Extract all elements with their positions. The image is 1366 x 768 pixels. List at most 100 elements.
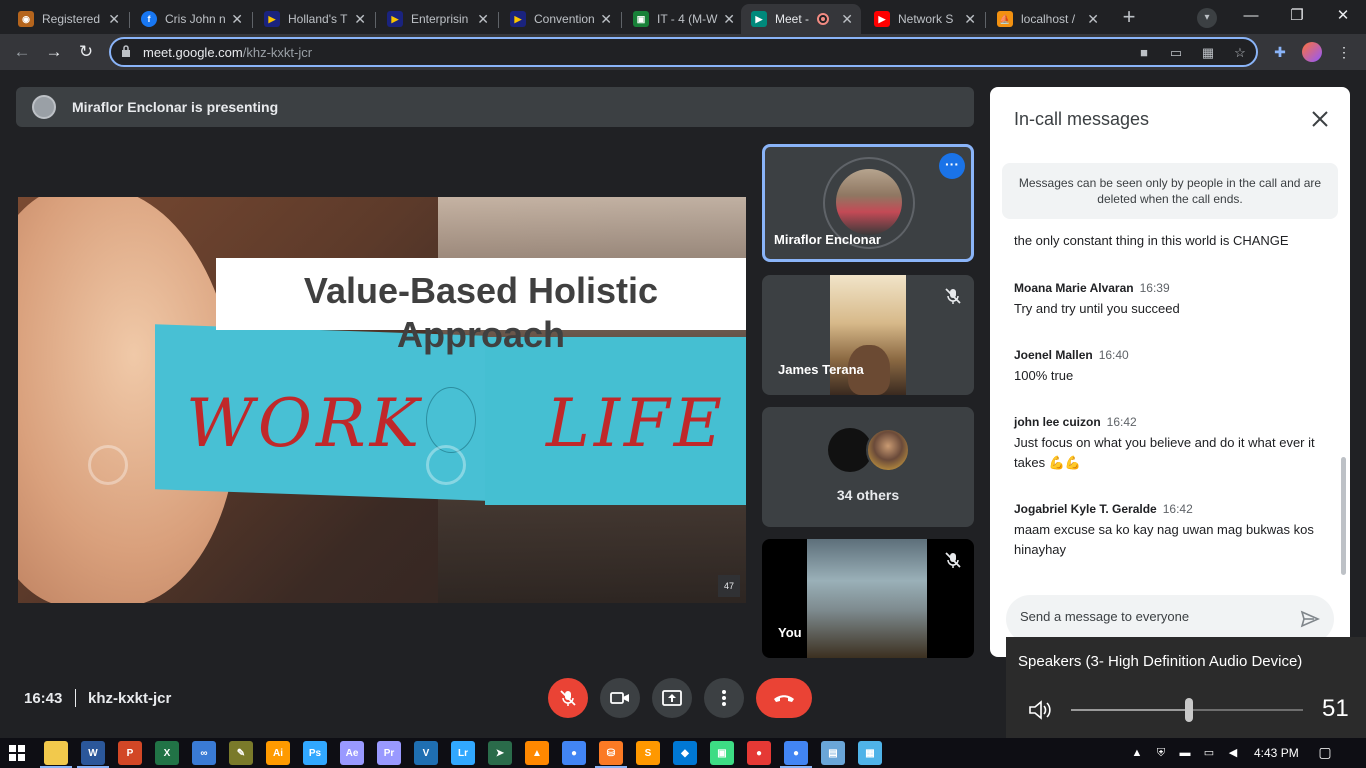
- self-label: You: [778, 625, 802, 640]
- after-effects-icon[interactable]: Ae: [340, 741, 364, 765]
- tab-close-icon[interactable]: ✕: [477, 11, 489, 28]
- lightroom-icon[interactable]: Lr: [451, 741, 475, 765]
- taskbar-app-label: Ae: [345, 747, 359, 759]
- close-icon[interactable]: [1310, 109, 1330, 129]
- chrome-icon[interactable]: ●: [562, 741, 586, 765]
- tab-close-icon[interactable]: ✕: [108, 11, 120, 28]
- taskbar-app-label: P: [126, 747, 134, 759]
- tab-convention[interactable]: ▶ Convention ✕: [500, 4, 620, 34]
- arrow-app-icon[interactable]: ➤: [488, 741, 512, 765]
- speaker-icon[interactable]: [1028, 699, 1052, 721]
- volume-tray-icon[interactable]: ◀: [1226, 746, 1240, 760]
- windows-start-icon[interactable]: [9, 745, 25, 761]
- word-icon[interactable]: W: [77, 741, 109, 768]
- tab-close-icon[interactable]: ✕: [723, 11, 735, 28]
- extensions-icon[interactable]: ✚: [1270, 42, 1290, 62]
- more-options-icon[interactable]: ···: [939, 153, 965, 179]
- file-explorer-icon[interactable]: [40, 741, 72, 768]
- self-tile[interactable]: You: [762, 539, 974, 658]
- paint-icon[interactable]: ✎: [229, 741, 253, 765]
- battery-icon[interactable]: ▬: [1178, 746, 1192, 760]
- send-icon[interactable]: [1300, 609, 1320, 629]
- notepad-icon[interactable]: ▤: [821, 741, 845, 765]
- facebook-icon: f: [141, 11, 157, 27]
- presenter-tile[interactable]: ··· Miraflor Enclonar: [762, 144, 974, 262]
- mic-toggle-button[interactable]: [548, 678, 588, 718]
- new-tab-button[interactable]: +: [1116, 6, 1142, 28]
- tab-classroom[interactable]: ▣ IT - 4 (M-W ✕: [623, 4, 743, 34]
- tab-registered[interactable]: ◉ Registered ✕: [8, 4, 128, 34]
- notification-icon[interactable]: ▢: [1318, 745, 1332, 759]
- vlc-icon[interactable]: ▲: [525, 741, 549, 765]
- minimize-button[interactable]: —: [1228, 0, 1274, 32]
- audio-device-name[interactable]: Speakers (3- High Definition Audio Devic…: [1018, 653, 1302, 670]
- chrome-menu-icon[interactable]: ⋮: [1334, 42, 1354, 62]
- address-bar[interactable]: meet.google.com/khz-kxkt-jcr ■ ▭ ▦ ☆: [109, 37, 1258, 67]
- others-tile[interactable]: 34 others: [762, 407, 974, 527]
- tab-localhost[interactable]: ⛵ localhost / ✕: [987, 4, 1107, 34]
- vscode-icon[interactable]: ◆: [673, 741, 697, 765]
- call-controls-bar: 16:43 khz-kxkt-jcr: [0, 664, 1006, 738]
- restore-button[interactable]: ❐: [1274, 0, 1320, 32]
- tab-close-icon[interactable]: ✕: [964, 11, 976, 28]
- tab-cris-john[interactable]: f Cris John n ✕: [131, 4, 251, 34]
- kebab-menu-icon: [722, 690, 726, 706]
- more-options-button[interactable]: [704, 678, 744, 718]
- vegas-icon[interactable]: V: [414, 741, 438, 765]
- cast-icon[interactable]: ▭: [1167, 44, 1185, 62]
- tab-close-icon[interactable]: ✕: [354, 11, 366, 28]
- chrome-active-icon[interactable]: ●: [780, 741, 812, 768]
- tab-close-icon[interactable]: ✕: [1087, 11, 1099, 28]
- powerpoint-icon[interactable]: P: [118, 741, 142, 765]
- camera-status-icon[interactable]: ■: [1135, 44, 1153, 62]
- present-now-button[interactable]: [652, 678, 692, 718]
- tab-enterprising[interactable]: ▶ Enterprisin ✕: [377, 4, 497, 34]
- apps-icon[interactable]: ▦: [1199, 44, 1217, 62]
- network-icon[interactable]: ▭: [1202, 746, 1216, 760]
- participant-tile[interactable]: James Terana: [762, 275, 974, 395]
- illustrator-icon[interactable]: Ai: [266, 741, 290, 765]
- camera-toggle-button[interactable]: [600, 678, 640, 718]
- tab-network[interactable]: ▶ Network S ✕: [864, 4, 984, 34]
- tab-close-icon[interactable]: ✕: [841, 11, 853, 28]
- tab-separator: [375, 12, 376, 28]
- browser-tab-strip: ◉ Registered ✕ f Cris John n ✕ ▶ Holland…: [0, 0, 1366, 34]
- profile-avatar[interactable]: [1302, 42, 1322, 62]
- forward-icon[interactable]: →: [42, 40, 66, 64]
- infinity-icon[interactable]: ∞: [192, 741, 216, 765]
- taskbar-clock[interactable]: 4:43 PM: [1254, 746, 1299, 760]
- tab-close-icon[interactable]: ✕: [600, 11, 612, 28]
- taskbar-app-label: ▤: [828, 747, 838, 759]
- sublime-icon[interactable]: S: [636, 741, 660, 765]
- tab-hollands[interactable]: ▶ Holland's T ✕: [254, 4, 374, 34]
- volume-slider-thumb[interactable]: [1185, 698, 1194, 722]
- chat-message: Jogabriel Kyle T. Geralde 16:42 maam excu…: [1014, 500, 1324, 560]
- tab-title: Meet -: [775, 12, 810, 26]
- taskbar-app-label: X: [163, 747, 171, 759]
- bookmark-star-icon[interactable]: ☆: [1231, 44, 1249, 62]
- premiere-icon[interactable]: Pr: [377, 741, 401, 765]
- tab-title: IT - 4 (M-W: [657, 12, 718, 26]
- sender-name: Jogabriel Kyle T. Geralde: [1014, 502, 1157, 516]
- volume-slider[interactable]: [1071, 698, 1303, 722]
- chat-scrollbar[interactable]: [1341, 457, 1346, 575]
- tray-overflow-icon[interactable]: ▲: [1130, 746, 1144, 760]
- tab-close-icon[interactable]: ✕: [231, 11, 243, 28]
- leave-call-button[interactable]: [756, 678, 812, 718]
- android-icon[interactable]: ▣: [710, 741, 734, 765]
- tab-search-icon[interactable]: ▾: [1197, 8, 1217, 28]
- window-close-button[interactable]: ✕: [1320, 0, 1366, 32]
- tab-title: Holland's T: [288, 12, 348, 26]
- record-icon[interactable]: ●: [747, 741, 771, 765]
- chat-message-input[interactable]: [1020, 609, 1280, 624]
- back-icon[interactable]: ←: [10, 40, 34, 64]
- xampp-icon[interactable]: ⛁: [595, 741, 627, 768]
- defender-icon[interactable]: ⛨: [1154, 746, 1168, 760]
- excel-icon[interactable]: X: [155, 741, 179, 765]
- volume-flyout: Speakers (3- High Definition Audio Devic…: [1006, 637, 1366, 738]
- photos-icon[interactable]: ▦: [858, 741, 882, 765]
- tab-separator: [129, 12, 130, 28]
- tab-meet[interactable]: ▶ Meet - ✕: [741, 4, 861, 34]
- reload-icon[interactable]: ↻: [74, 40, 98, 64]
- photoshop-icon[interactable]: Ps: [303, 741, 327, 765]
